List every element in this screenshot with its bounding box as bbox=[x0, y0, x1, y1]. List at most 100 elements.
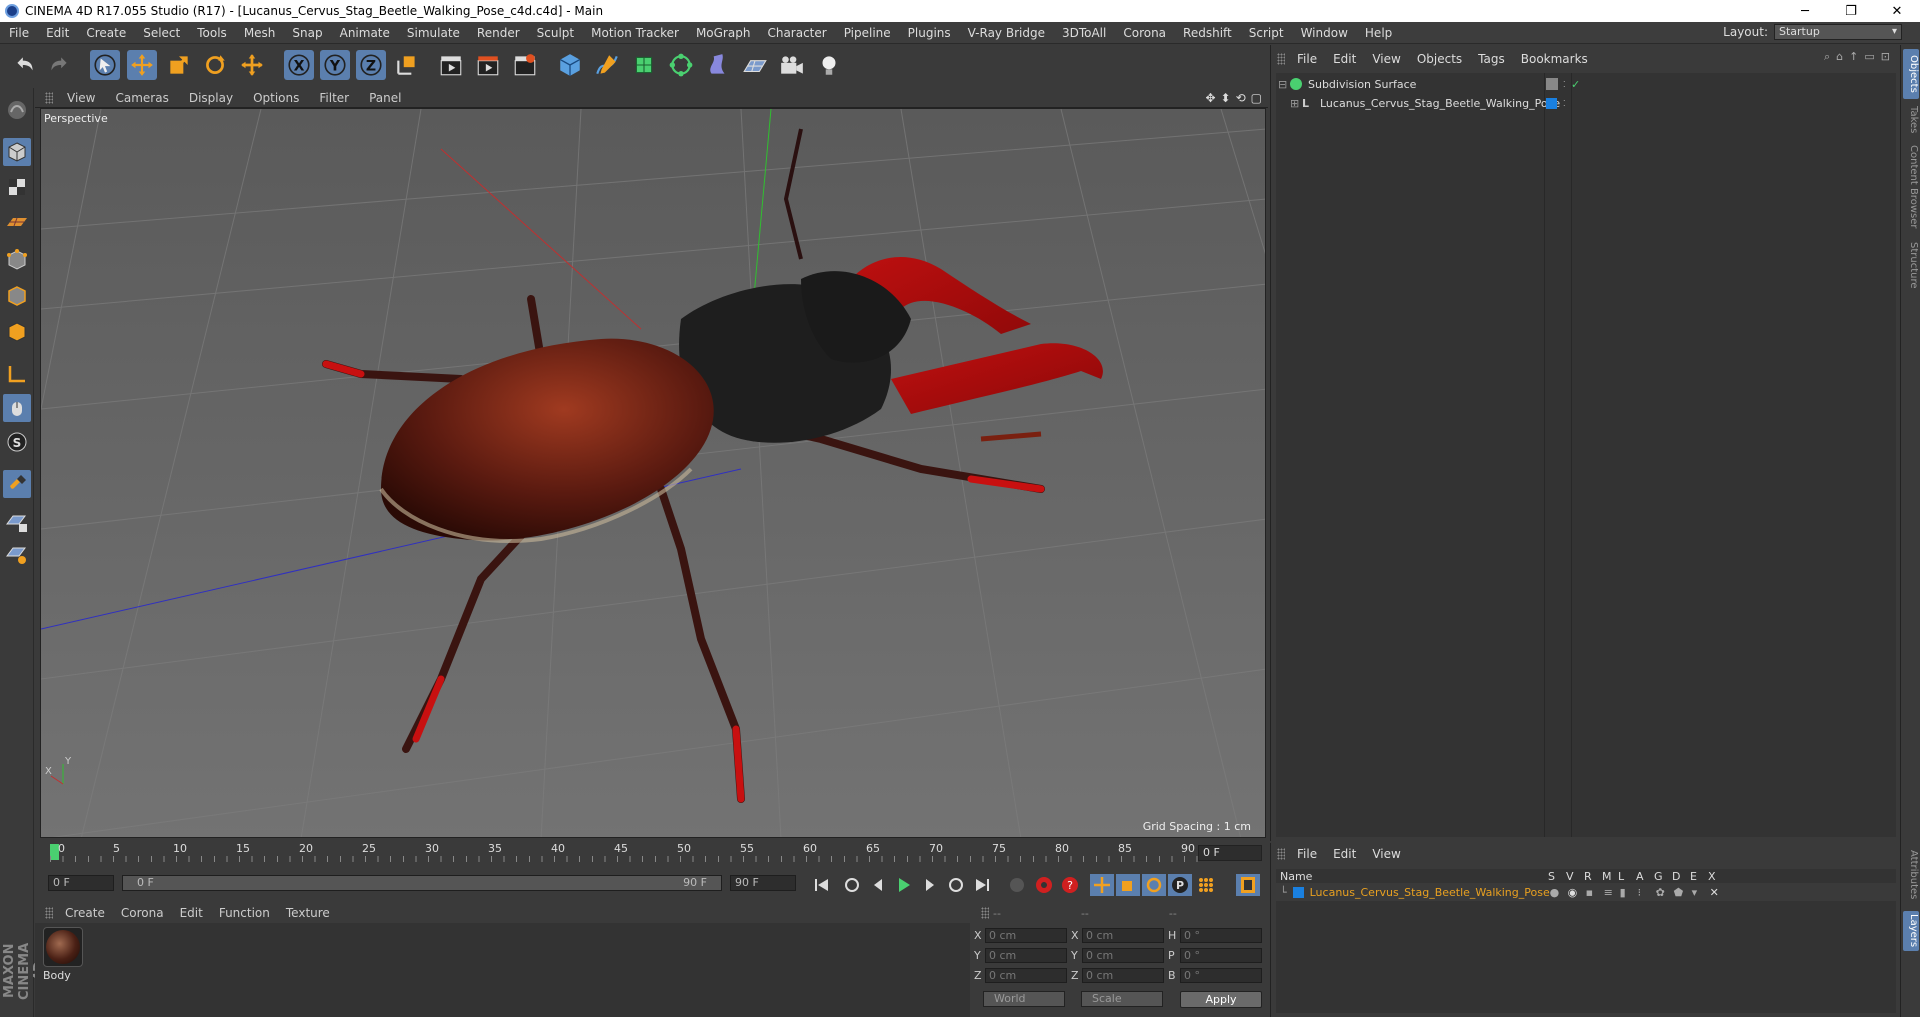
timeline-icon[interactable] bbox=[1236, 874, 1260, 896]
tab-structure[interactable]: Structure bbox=[1903, 239, 1919, 291]
redo-icon[interactable] bbox=[44, 50, 74, 80]
size-z-field[interactable]: 0 cm bbox=[1082, 968, 1164, 983]
panel-grip-icon[interactable] bbox=[1277, 53, 1285, 65]
panel-grip-icon[interactable] bbox=[45, 91, 53, 104]
z-axis-icon[interactable]: Z bbox=[356, 50, 386, 80]
menu-motion-tracker[interactable]: Motion Tracker bbox=[582, 26, 687, 40]
new-window-icon[interactable]: ▭ bbox=[1864, 50, 1874, 64]
objects-menu-bookmarks[interactable]: Bookmarks bbox=[1513, 52, 1596, 66]
object-row-subdivision-surface[interactable]: ⊟ Subdivision Surface ⁚ ✓ bbox=[1278, 75, 1898, 93]
grid-lock-icon[interactable] bbox=[3, 508, 31, 536]
layers-menu-edit[interactable]: Edit bbox=[1325, 847, 1364, 861]
enabled-check-icon[interactable]: ✓ bbox=[1571, 78, 1580, 91]
deformer-icon[interactable] bbox=[703, 50, 733, 80]
tweak-mode-icon[interactable] bbox=[3, 394, 31, 422]
frame-range-slider[interactable]: 0 F 90 F bbox=[122, 875, 722, 891]
generator-icon[interactable]: ✿ bbox=[1656, 886, 1674, 899]
layer-color-icon[interactable] bbox=[1292, 886, 1304, 898]
menu-tools[interactable]: Tools bbox=[188, 26, 235, 40]
previous-frame-icon[interactable] bbox=[866, 874, 890, 896]
viewport-rotate-icon[interactable]: ⟲ bbox=[1236, 91, 1246, 105]
material-swatch-body[interactable]: Body bbox=[43, 927, 87, 989]
layer-color-icon[interactable] bbox=[1546, 97, 1557, 109]
render-view-icon[interactable] bbox=[436, 50, 466, 80]
current-frame-field[interactable]: 0 F bbox=[1198, 845, 1262, 861]
go-to-end-icon[interactable] bbox=[970, 874, 994, 896]
menu-animate[interactable]: Animate bbox=[331, 26, 398, 40]
panel-grip-icon[interactable] bbox=[981, 907, 989, 919]
size-y-field[interactable]: 0 cm bbox=[1082, 948, 1164, 963]
menu-plugins[interactable]: Plugins bbox=[899, 26, 959, 40]
key-position-icon[interactable] bbox=[1090, 874, 1114, 896]
render-settings-icon[interactable] bbox=[510, 50, 540, 80]
tag-icon[interactable] bbox=[1546, 78, 1558, 90]
scale-icon[interactable] bbox=[164, 50, 194, 80]
viewport-menu-filter[interactable]: Filter bbox=[309, 91, 359, 105]
object-row-beetle[interactable]: ⊞ L Lucanus_Cervus_Stag_Beetle_Walking_P… bbox=[1290, 94, 1890, 112]
material-menu-texture[interactable]: Texture bbox=[278, 906, 338, 920]
up-level-icon[interactable]: ↑ bbox=[1849, 50, 1858, 64]
record-icon[interactable] bbox=[1032, 874, 1056, 896]
menu-file[interactable]: File bbox=[0, 26, 37, 40]
pos-x-field[interactable]: 0 cm bbox=[985, 928, 1067, 943]
size-mode-dropdown[interactable]: Scale bbox=[1081, 991, 1163, 1007]
play-forward-icon[interactable] bbox=[892, 874, 916, 896]
y-axis-icon[interactable]: Y bbox=[320, 50, 350, 80]
coordinate-mode-dropdown[interactable]: World bbox=[983, 991, 1065, 1007]
deformer-icon[interactable]: ⬟ bbox=[1674, 886, 1692, 899]
key-pla-icon[interactable] bbox=[1194, 874, 1218, 896]
enable-axis-icon[interactable] bbox=[3, 360, 31, 388]
undo-icon[interactable] bbox=[10, 50, 40, 80]
view-icon[interactable]: ◉ bbox=[1568, 886, 1586, 899]
workplane-icon[interactable] bbox=[3, 208, 31, 236]
lock-icon[interactable]: ▮ bbox=[1620, 886, 1638, 899]
snap-icon[interactable]: S bbox=[3, 428, 31, 456]
material-menu-function[interactable]: Function bbox=[211, 906, 278, 920]
viewport-maximize-icon[interactable]: ▢ bbox=[1251, 91, 1262, 105]
layers-menu-file[interactable]: File bbox=[1289, 847, 1325, 861]
material-menu-create[interactable]: Create bbox=[57, 906, 113, 920]
menu-help[interactable]: Help bbox=[1356, 26, 1400, 40]
menu-vray-bridge[interactable]: V-Ray Bridge bbox=[959, 26, 1053, 40]
rot-b-field[interactable]: 0 ° bbox=[1180, 968, 1262, 983]
panel-grip-icon[interactable] bbox=[1277, 848, 1285, 860]
menu-render[interactable]: Render bbox=[468, 26, 528, 40]
menu-mesh[interactable]: Mesh bbox=[235, 26, 284, 40]
array-icon[interactable] bbox=[666, 50, 696, 80]
tab-content-browser[interactable]: Content Browser bbox=[1903, 141, 1919, 233]
polygons-mode-icon[interactable] bbox=[3, 318, 31, 346]
keyframe-icon[interactable] bbox=[1005, 874, 1029, 896]
xref-icon[interactable]: ✕ bbox=[1710, 886, 1728, 899]
tab-layers[interactable]: Layers bbox=[1903, 911, 1919, 951]
pos-y-field[interactable]: 0 cm bbox=[985, 948, 1067, 963]
manager-icon[interactable]: ≡ bbox=[1604, 886, 1620, 899]
layers-menu-view[interactable]: View bbox=[1364, 847, 1408, 861]
tab-objects[interactable]: Objects bbox=[1903, 49, 1919, 99]
visibility-dots-icon[interactable]: ⁚ bbox=[1563, 99, 1566, 108]
viewport-menu-display[interactable]: Display bbox=[179, 91, 243, 105]
material-menu-corona[interactable]: Corona bbox=[113, 906, 172, 920]
points-mode-icon[interactable] bbox=[3, 246, 31, 274]
collapse-icon[interactable]: ⊟ bbox=[1278, 78, 1288, 91]
rot-p-field[interactable]: 0 ° bbox=[1180, 948, 1262, 963]
viewport-zoom-icon[interactable]: ⬍ bbox=[1221, 91, 1231, 105]
texture-mode-icon[interactable] bbox=[3, 173, 31, 201]
viewport-menu-panel[interactable]: Panel bbox=[359, 91, 411, 105]
size-x-field[interactable]: 0 cm bbox=[1082, 928, 1164, 943]
model-mode-icon[interactable] bbox=[3, 138, 31, 166]
viewport-menu-options[interactable]: Options bbox=[243, 91, 309, 105]
layer-row[interactable]: └ Lucanus_Cervus_Stag_Beetle_Walking_Pos… bbox=[1276, 884, 1896, 900]
close-button[interactable]: ✕ bbox=[1874, 0, 1920, 22]
objects-menu-edit[interactable]: Edit bbox=[1325, 52, 1364, 66]
select-arrow-icon[interactable] bbox=[90, 50, 120, 80]
key-scale-icon[interactable] bbox=[1116, 874, 1140, 896]
rotate-icon[interactable] bbox=[200, 50, 230, 80]
pos-z-field[interactable]: 0 cm bbox=[985, 968, 1067, 983]
objects-menu-view[interactable]: View bbox=[1364, 52, 1408, 66]
minimize-button[interactable]: ─ bbox=[1782, 0, 1828, 22]
expand-icon[interactable]: ⊞ bbox=[1290, 97, 1300, 110]
menu-window[interactable]: Window bbox=[1292, 26, 1356, 40]
magnet-icon[interactable] bbox=[3, 470, 31, 498]
menu-character[interactable]: Character bbox=[758, 26, 834, 40]
viewport-menu-view[interactable]: View bbox=[57, 91, 105, 105]
